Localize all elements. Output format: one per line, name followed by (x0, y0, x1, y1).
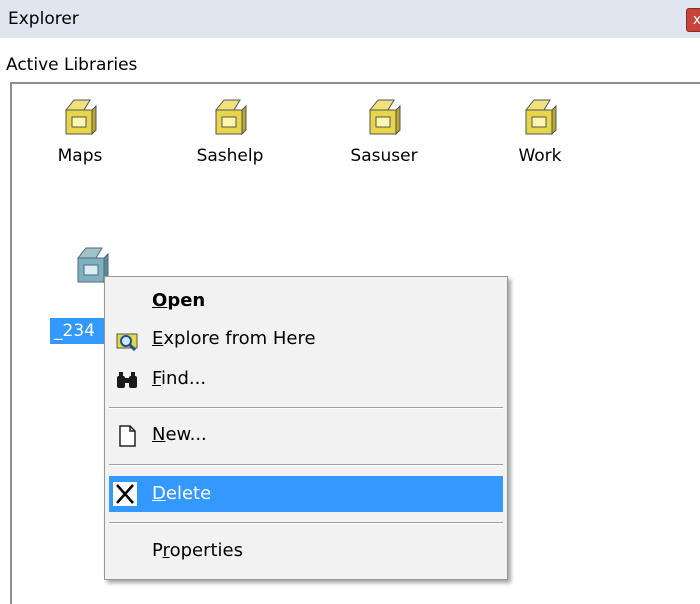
menu-item-accel: O (152, 290, 168, 311)
selected-library-label[interactable]: _234 (50, 318, 106, 344)
menu-item-label: operties (169, 540, 243, 561)
menu-item-label: ind... (161, 368, 207, 389)
library-maps[interactable]: Maps (30, 98, 130, 166)
menu-item-delete[interactable]: Delete (109, 476, 503, 512)
menu-separator (109, 522, 503, 524)
binoculars-icon (117, 372, 137, 388)
menu-item-label: xplore from Here (163, 328, 316, 349)
context-menu: Open Explore from Here Find... New... De… (104, 276, 508, 580)
library-label: Sashelp (196, 146, 264, 166)
window-title: Explorer (8, 9, 79, 29)
menu-separator (109, 464, 503, 466)
delete-x-icon (113, 482, 137, 506)
menu-item-accel: F (152, 368, 162, 389)
library-sasuser[interactable]: Sasuser (334, 98, 434, 166)
menu-separator (109, 407, 503, 409)
menu-item-accel: N (152, 424, 166, 445)
menu-item-label: pen (167, 290, 206, 311)
menu-item-label: elete (165, 483, 212, 504)
menu-item-accel: r (162, 540, 170, 561)
menu-item-label: ew... (165, 424, 207, 445)
library-work[interactable]: Work (490, 98, 590, 166)
menu-item-properties[interactable]: Properties (109, 533, 503, 569)
menu-item-accel: D (152, 483, 166, 504)
panel-header: Active Libraries (6, 55, 138, 75)
close-button[interactable]: x (686, 8, 700, 32)
menu-item-open[interactable]: Open (109, 283, 503, 319)
menu-item-accel: E (152, 328, 164, 349)
library-label: Sasuser (350, 146, 418, 166)
close-icon: x (692, 12, 700, 28)
title-bar: Explorer x (0, 0, 700, 38)
menu-item-new[interactable]: New... (109, 417, 503, 453)
library-drawer-icon (368, 99, 401, 136)
library-sashelp[interactable]: Sashelp (180, 98, 280, 166)
library-label: Maps (57, 146, 103, 166)
menu-item-find[interactable]: Find... (109, 361, 503, 397)
library-label: Work (518, 146, 562, 166)
menu-item-explore-from-here[interactable]: Explore from Here (109, 321, 503, 357)
explore-icon (116, 333, 138, 352)
menu-item-label-pre: P (152, 540, 163, 561)
new-document-icon (119, 425, 136, 447)
library-drawer-icon (214, 99, 247, 136)
library-drawer-icon (64, 99, 97, 136)
library-drawer-icon (524, 99, 557, 136)
